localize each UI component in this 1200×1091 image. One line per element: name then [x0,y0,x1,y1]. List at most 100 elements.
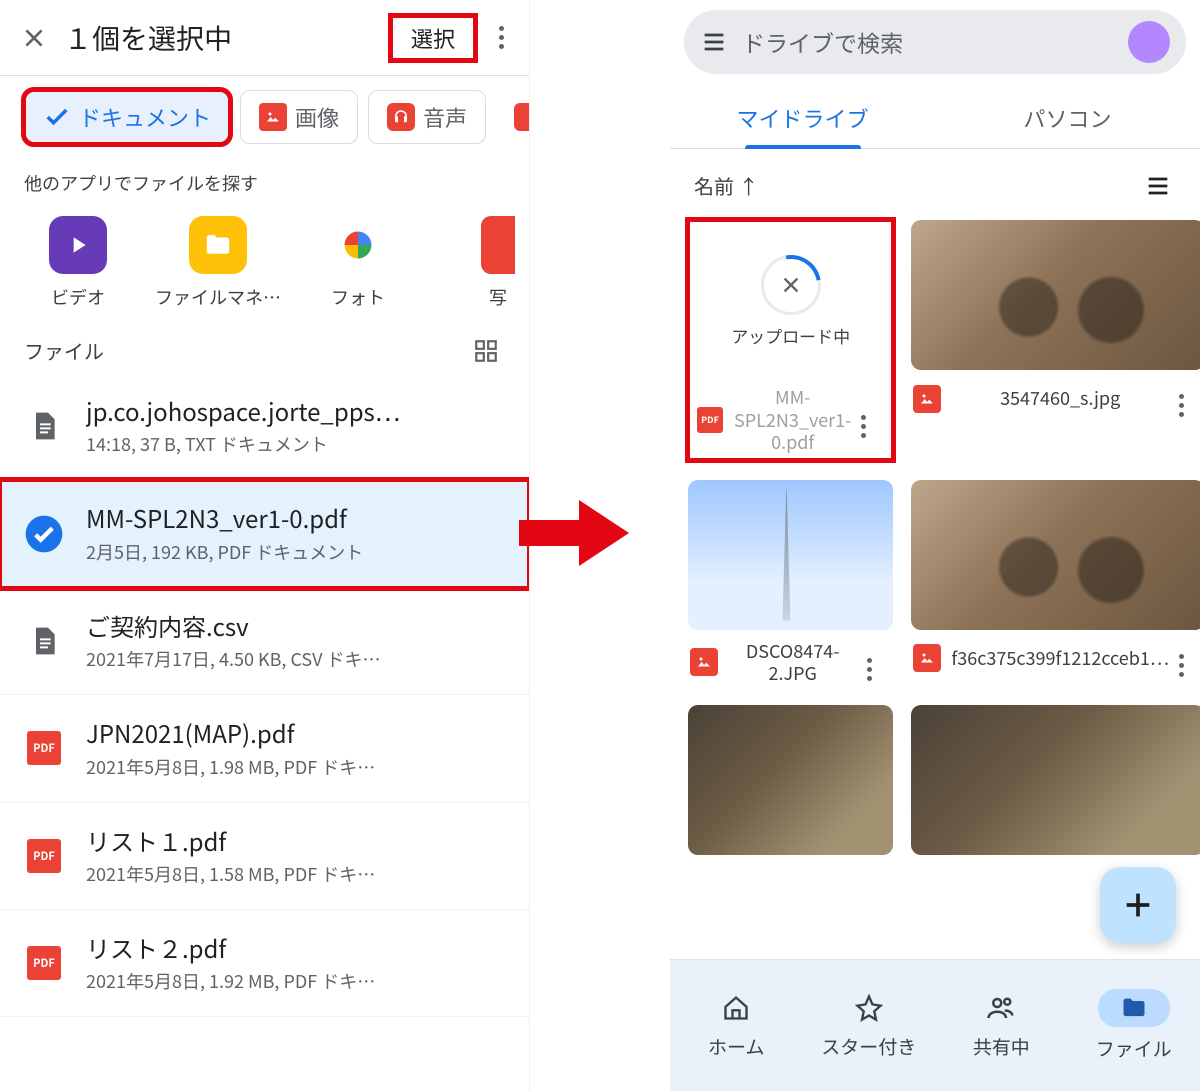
file-name: リスト２.pdf [86,932,443,964]
tile-item[interactable] [911,705,1200,855]
filter-chip-audio[interactable]: 音声 [368,90,486,144]
selection-count: １個を選択中 [64,18,391,58]
image-thumb [688,705,893,855]
tile-menu-button[interactable] [867,644,893,681]
drive-screen: ドライブで検索 マイドライブ パソコン 名前 ↑ アップロード中 PDF MM-… [670,0,1200,1091]
checked-icon [24,514,64,554]
drive-tabs: マイドライブ パソコン [670,84,1200,149]
tile-menu-button[interactable] [861,401,887,438]
image-thumb [911,480,1200,630]
file-row[interactable]: PDF リスト１.pdf2021年5月8日, 1.58 MB, PDF ドキ… [0,803,529,910]
app-sources-row: ビデオ ファイルマネ… フォト 写 [0,208,529,310]
more-vert-icon [499,26,504,49]
people-icon [984,991,1018,1025]
file-meta: 2021年7月17日, 4.50 KB, CSV ドキ… [86,646,443,672]
tile-item[interactable] [688,705,893,855]
account-avatar[interactable] [1128,21,1170,63]
app-photo2[interactable]: 写 [428,216,530,310]
tile-item[interactable]: 3547460_s.jpg [911,220,1200,460]
sort-row: 名前 ↑ [670,149,1200,206]
file-row-selected[interactable]: MM-SPL2N3_ver1-0.pdf2月5日, 192 KB, PDF ドキ… [0,480,529,587]
nav-starred[interactable]: スター付き [803,960,936,1091]
pdf-icon: PDF [24,943,64,983]
expand-icon[interactable] [465,728,505,768]
tile-uploading[interactable]: アップロード中 PDF MM-SPL2N3_ver1-0.pdf [688,220,893,460]
app-label: ビデオ [51,284,105,310]
tile-name: f36c375c399f1212cceb1… [951,647,1169,670]
file-meta: 14:18, 37 B, TXT ドキュメント [86,431,443,457]
files-label: ファイル [24,336,104,365]
tile-item[interactable]: f36c375c399f1212cceb1… [911,480,1200,685]
list-view-icon[interactable] [1144,172,1172,200]
app-label: ファイルマネ… [155,284,281,310]
grid-view-icon[interactable] [473,338,499,364]
doc-icon [24,621,64,661]
nav-files[interactable]: ファイル [1068,960,1200,1091]
pdf-icon: PDF [24,836,64,876]
image-thumb [688,480,893,630]
nav-label: 共有中 [973,1033,1030,1060]
tab-computer[interactable]: パソコン [935,84,1200,148]
folder-icon [189,216,247,274]
file-name: MM-SPL2N3_ver1-0.pdf [86,502,443,534]
filter-chips: ドキュメント 画像 音声 [0,76,529,158]
app-photos[interactable]: フォト [288,216,428,310]
play-icon [49,216,107,274]
filter-chip-label: 音声 [423,101,467,133]
file-row[interactable]: jp.co.johospace.jorte_pps…14:18, 37 B, T… [0,373,529,480]
drive-top-bar: ドライブで検索 [670,0,1200,84]
tile-item[interactable]: DSCO8474-2.JPG [688,480,893,685]
file-row[interactable]: ご契約内容.csv2021年7月17日, 4.50 KB, CSV ドキ… [0,588,529,695]
file-name: リスト１.pdf [86,825,443,857]
nav-shared[interactable]: 共有中 [935,960,1068,1091]
app-video[interactable]: ビデオ [8,216,148,310]
search-bar[interactable]: ドライブで検索 [684,10,1186,74]
file-meta: 2021年5月8日, 1.92 MB, PDF ドキ… [86,968,443,994]
tile-menu-button[interactable] [1179,380,1200,417]
selection-toolbar: １個を選択中 選択 [0,0,529,76]
folder-icon [1098,989,1170,1027]
filter-chip-label: ドキュメント [79,101,211,133]
tile-name: 3547460_s.jpg [951,387,1169,410]
home-icon [719,991,753,1025]
files-section-header: ファイル [0,310,529,373]
tile-name: MM-SPL2N3_ver1-0.pdf [734,386,851,454]
filter-chip-document[interactable]: ドキュメント [24,90,230,144]
filter-chip-more[interactable] [496,90,529,144]
image-icon [690,648,718,676]
fab-new-button[interactable] [1100,867,1176,943]
app-file-manager[interactable]: ファイルマネ… [148,216,288,310]
star-icon [852,991,886,1025]
expand-icon[interactable] [465,514,505,554]
nav-label: ファイル [1096,1035,1172,1062]
headphones-icon [387,103,415,131]
file-row[interactable]: PDF リスト２.pdf 2021年5月8日, 1.92 MB, PDF ドキ… [0,910,529,1017]
overflow-menu-button[interactable] [483,14,519,62]
tile-menu-button[interactable] [1179,640,1200,677]
sort-label[interactable]: 名前 ↑ [694,171,758,200]
pdf-icon: PDF [696,406,724,434]
filter-chip-image[interactable]: 画像 [240,90,358,144]
file-name: JPN2021(MAP).pdf [86,717,443,749]
expand-icon[interactable] [465,621,505,661]
expand-icon[interactable] [465,836,505,876]
expand-icon[interactable] [465,406,505,446]
app-icon [481,216,515,274]
file-row[interactable]: PDF JPN2021(MAP).pdf 2021年5月8日, 1.98 MB, … [0,695,529,802]
image-icon [913,385,941,413]
search-placeholder: ドライブで検索 [742,25,1114,59]
file-meta: 2021年5月8日, 1.98 MB, PDF ドキ… [86,754,443,780]
cancel-upload-button[interactable] [761,255,821,315]
tab-my-drive[interactable]: マイドライブ [670,84,935,148]
filter-chip-label: 画像 [295,101,339,133]
plus-icon [1121,888,1155,922]
nav-home[interactable]: ホーム [670,960,803,1091]
menu-icon[interactable] [700,28,728,56]
close-button[interactable] [10,14,58,62]
pdf-icon: PDF [24,728,64,768]
app-icon [514,103,529,131]
expand-icon[interactable] [465,943,505,983]
select-button[interactable]: 選択 [391,16,475,60]
close-icon [21,25,47,51]
file-picker-screen: １個を選択中 選択 ドキュメント 画像 音声 他のアプリでファイルを探す ビデオ… [0,0,530,1091]
